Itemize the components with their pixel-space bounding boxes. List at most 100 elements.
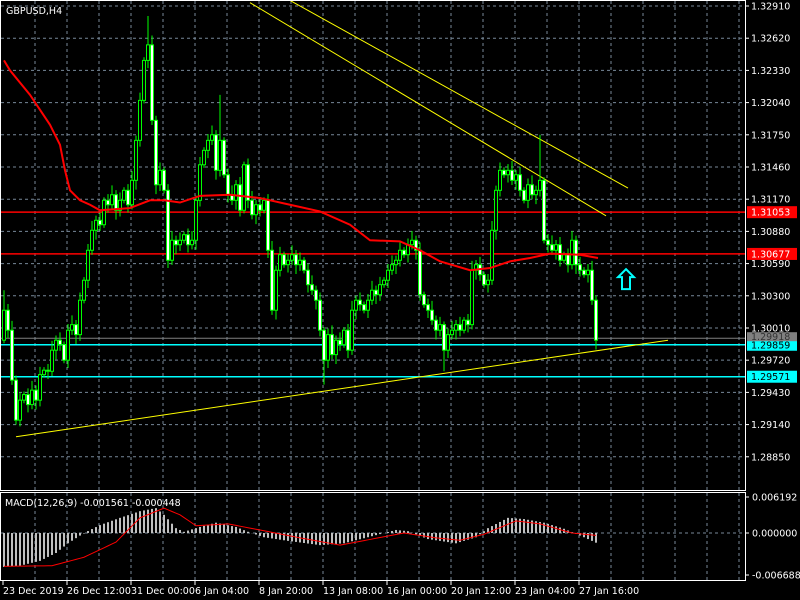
macd-histogram-bar: [35, 533, 37, 562]
bull-candle: [534, 189, 538, 196]
bull-candle: [274, 269, 278, 311]
macd-histogram-bar: [199, 526, 201, 533]
macd-histogram-bar: [391, 531, 393, 533]
price-tick-label: 1.29140: [751, 420, 790, 431]
macd-histogram-bar: [511, 518, 513, 533]
bull-candle: [538, 179, 542, 191]
bull-candle: [54, 339, 58, 351]
bull-candle: [86, 249, 90, 281]
bull-candle: [470, 269, 474, 326]
bull-candle: [254, 204, 258, 216]
trendline[interactable]: [15, 339, 669, 438]
bull-candle: [498, 169, 502, 191]
macd-histogram-bar: [399, 530, 401, 533]
macd-histogram-bar: [347, 533, 349, 543]
bear-candle: [590, 269, 594, 301]
macd-histogram-bar: [311, 533, 313, 545]
up-arrow-icon[interactable]: [615, 267, 637, 291]
macd-histogram-bar: [423, 533, 425, 538]
macd-histogram-bar: [547, 523, 549, 533]
macd-histogram-bar: [435, 533, 437, 541]
symbol-title: GBPUSD,H4: [6, 6, 62, 17]
macd-histogram-bar: [15, 533, 17, 567]
time-axis[interactable]: 23 Dec 2019 26 Dec 12:00 31 Dec 00:00 6 Jan…: [2, 580, 639, 597]
macd-histogram-bar: [79, 533, 81, 536]
macd-histogram-bar: [139, 511, 141, 533]
up-arrow-icon[interactable]: [615, 267, 637, 291]
bear-candle: [314, 289, 318, 301]
macd-histogram-bar: [343, 533, 345, 544]
macd-histogram-bar: [355, 533, 357, 541]
bear-candle: [34, 389, 38, 401]
bull-candle: [110, 194, 114, 206]
bear-candle: [430, 309, 434, 321]
price-tick-label: 1.32620: [751, 34, 790, 45]
trendline[interactable]: [289, 0, 629, 189]
bear-candle: [74, 324, 78, 336]
bull-candle: [30, 389, 34, 406]
macd-histogram-bar: [31, 533, 33, 563]
macd-histogram-bar: [123, 516, 125, 533]
macd-histogram-bar: [335, 533, 337, 544]
macd-histogram-bar: [47, 533, 49, 557]
bull-candle: [134, 139, 138, 181]
bull-candle: [334, 339, 338, 356]
bull-candle: [526, 184, 530, 201]
macd-axis: 0.006192 0.000000 -0.006688: [745, 493, 800, 582]
bear-candle: [546, 239, 550, 246]
bear-candle: [418, 249, 422, 296]
macd-histogram-bar: [107, 522, 109, 533]
bull-candle: [486, 279, 490, 286]
price-axis[interactable]: 1.32910 1.32620 1.32330 1.32040 1.31750 1.314…: [745, 2, 797, 464]
trendline[interactable]: [249, 2, 607, 217]
bull-candle: [130, 179, 134, 206]
resistance-price-label: 1.30677: [751, 249, 790, 260]
macd-histogram-bar: [587, 533, 589, 540]
bear-candle: [174, 239, 178, 246]
macd-histogram-bar: [367, 533, 369, 538]
macd-histogram-bar: [235, 526, 237, 533]
macd-histogram-bar: [583, 533, 585, 538]
bull-candle: [242, 164, 246, 211]
bear-candle: [518, 174, 522, 191]
price-chart[interactable]: GBPUSD,H4 MACD(12,26,9) -0.001561 -0.000…: [0, 0, 800, 600]
bull-candle: [22, 394, 26, 401]
macd-histogram-bar: [371, 533, 373, 537]
bear-candle: [510, 169, 514, 181]
bear-candle: [246, 164, 250, 201]
bull-candle: [514, 174, 518, 181]
bear-candle: [578, 264, 582, 271]
macd-histogram-bar: [415, 533, 417, 535]
bull-candle: [462, 319, 466, 331]
bear-candle: [238, 184, 242, 211]
bear-candle: [566, 254, 570, 266]
macd-histogram-bar: [287, 533, 289, 541]
bull-candle: [298, 259, 302, 266]
time-label: 13 Jan 08:00: [323, 586, 383, 597]
macd-histogram-bar: [339, 533, 341, 544]
bull-candle: [138, 99, 142, 141]
macd-histogram-bar: [207, 524, 209, 533]
price-tick-label: 1.30590: [751, 259, 790, 270]
time-label: 6 Jan 04:00: [195, 586, 249, 597]
bear-candle: [114, 194, 118, 211]
bear-candle: [330, 334, 334, 356]
bull-candle: [182, 234, 186, 241]
price-tick-label: 1.28850: [751, 452, 790, 463]
bear-candle: [98, 219, 102, 226]
bear-candle: [426, 304, 430, 311]
bear-candle: [466, 319, 470, 326]
bull-candle: [494, 189, 498, 231]
macd-histogram-bar: [331, 533, 333, 545]
time-label: 26 Dec 12:00: [67, 586, 131, 597]
trendlines[interactable]: [15, 0, 669, 438]
macd-tick-label: 0.000000: [752, 529, 797, 540]
macd-histogram-bar: [527, 519, 529, 533]
bull-candle: [234, 184, 238, 201]
bear-candle: [250, 199, 254, 216]
bull-candle: [450, 329, 454, 336]
macd-histogram-bar: [447, 533, 449, 543]
bull-candle: [202, 149, 206, 166]
macd-histogram-bar: [187, 530, 189, 533]
macd-histogram-bar: [443, 533, 445, 542]
